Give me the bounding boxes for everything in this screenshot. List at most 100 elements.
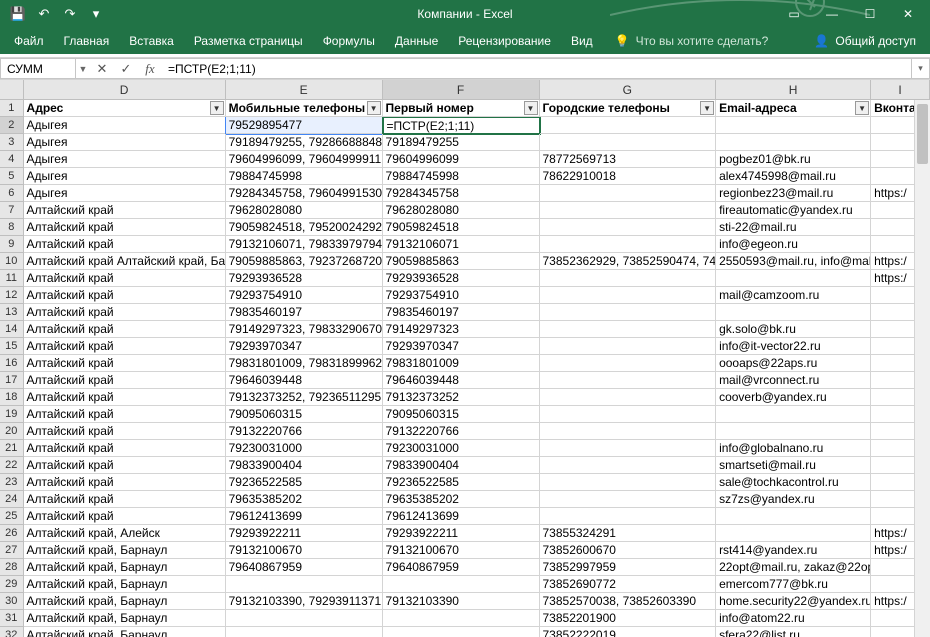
cell-f12[interactable]: 79293754910 xyxy=(383,287,540,304)
cell-g2[interactable] xyxy=(540,117,717,134)
cell-f26[interactable]: 79293922211 xyxy=(383,525,540,542)
cell-h29[interactable]: emercom777@bk.ru xyxy=(716,576,871,593)
row-header-18[interactable]: 18 xyxy=(0,389,24,406)
cell-d31[interactable]: Алтайский край, Барнаул xyxy=(24,610,226,627)
cell-h22[interactable]: smartseti@mail.ru xyxy=(716,457,871,474)
col-header-i[interactable]: I xyxy=(871,80,930,99)
cell-d14[interactable]: Алтайский край xyxy=(24,321,226,338)
table-header-f[interactable]: Первый номер▼ xyxy=(383,100,540,117)
cell-h25[interactable] xyxy=(716,508,871,525)
cell-f18[interactable]: 79132373252 xyxy=(383,389,540,406)
cell-g22[interactable] xyxy=(540,457,717,474)
cell-e16[interactable]: 79831801009, 79831899962 xyxy=(226,355,383,372)
cell-h32[interactable]: sfera22@list.ru xyxy=(716,627,871,637)
row-header-3[interactable]: 3 xyxy=(0,134,24,151)
cell-f21[interactable]: 79230031000 xyxy=(383,440,540,457)
col-header-d[interactable]: D xyxy=(24,80,226,99)
table-header-g[interactable]: Городские телефоны▼ xyxy=(540,100,717,117)
cell-d16[interactable]: Алтайский край xyxy=(24,355,226,372)
name-box-dropdown[interactable]: ▼ xyxy=(76,58,90,79)
cell-d10[interactable]: Алтайский край Алтайский край, Барна xyxy=(24,253,226,270)
cell-g31[interactable]: 73852201900 xyxy=(540,610,717,627)
cell-g25[interactable] xyxy=(540,508,717,525)
cell-e10[interactable]: 79059885863, 79237268720, 7953 xyxy=(226,253,383,270)
row-header-14[interactable]: 14 xyxy=(0,321,24,338)
cell-e28[interactable]: 79640867959 xyxy=(226,559,383,576)
cell-h9[interactable]: info@egeon.ru xyxy=(716,236,871,253)
cell-h21[interactable]: info@globalnano.ru xyxy=(716,440,871,457)
row-header-9[interactable]: 9 xyxy=(0,236,24,253)
cell-h15[interactable]: info@it-vector22.ru xyxy=(716,338,871,355)
cell-e9[interactable]: 79132106071, 79833979794 xyxy=(226,236,383,253)
row-header-23[interactable]: 23 xyxy=(0,474,24,491)
cell-e20[interactable]: 79132220766 xyxy=(226,423,383,440)
cell-g32[interactable]: 73852222019 xyxy=(540,627,717,637)
cell-d19[interactable]: Алтайский край xyxy=(24,406,226,423)
tab-page-layout[interactable]: Разметка страницы xyxy=(184,29,313,53)
cell-d32[interactable]: Алтайский край, Барнаул xyxy=(24,627,226,637)
formula-cancel[interactable]: ✕ xyxy=(90,58,114,79)
cell-e3[interactable]: 79189479255, 79286688848 xyxy=(226,134,383,151)
cell-d20[interactable]: Алтайский край xyxy=(24,423,226,440)
cell-d12[interactable]: Алтайский край xyxy=(24,287,226,304)
maximize-button[interactable]: ☐ xyxy=(852,2,888,26)
cell-f5[interactable]: 79884745998 xyxy=(383,168,540,185)
cell-e22[interactable]: 79833900404 xyxy=(226,457,383,474)
cell-h13[interactable] xyxy=(716,304,871,321)
cell-f24[interactable]: 79635385202 xyxy=(383,491,540,508)
table-header-h[interactable]: Email-адреса▼ xyxy=(716,100,871,117)
row-header-29[interactable]: 29 xyxy=(0,576,24,593)
cell-d23[interactable]: Алтайский край xyxy=(24,474,226,491)
cell-h23[interactable]: sale@tochkacontrol.ru xyxy=(716,474,871,491)
cell-f25[interactable]: 79612413699 xyxy=(383,508,540,525)
cell-d18[interactable]: Алтайский край xyxy=(24,389,226,406)
cell-f29[interactable] xyxy=(383,576,540,593)
cell-h27[interactable]: rst414@yandex.ru xyxy=(716,542,871,559)
cell-h8[interactable]: sti-22@mail.ru xyxy=(716,219,871,236)
row-header-32[interactable]: 32 xyxy=(0,627,24,637)
insert-function[interactable]: fx xyxy=(138,58,162,79)
filter-dropdown-icon[interactable]: ▼ xyxy=(700,101,714,115)
cell-h17[interactable]: mail@vrconnect.ru xyxy=(716,372,871,389)
cell-f9[interactable]: 79132106071 xyxy=(383,236,540,253)
cell-f4[interactable]: 79604996099 xyxy=(383,151,540,168)
cell-g15[interactable] xyxy=(540,338,717,355)
row-header-6[interactable]: 6 xyxy=(0,185,24,202)
cell-f32[interactable] xyxy=(383,627,540,637)
cell-d8[interactable]: Алтайский край xyxy=(24,219,226,236)
col-header-g[interactable]: G xyxy=(540,80,717,99)
tab-formulas[interactable]: Формулы xyxy=(313,29,385,53)
cell-g4[interactable]: 78772569713 xyxy=(540,151,717,168)
filter-dropdown-icon[interactable]: ▼ xyxy=(855,101,869,115)
cell-g5[interactable]: 78622910018 xyxy=(540,168,717,185)
cell-h5[interactable]: alex4745998@mail.ru xyxy=(716,168,871,185)
cell-f30[interactable]: 79132103390 xyxy=(383,593,540,610)
row-header-24[interactable]: 24 xyxy=(0,491,24,508)
filter-dropdown-icon[interactable]: ▼ xyxy=(524,101,538,115)
cell-e26[interactable]: 79293922211 xyxy=(226,525,383,542)
cell-h14[interactable]: gk.solo@bk.ru xyxy=(716,321,871,338)
cell-g26[interactable]: 73855324291 xyxy=(540,525,717,542)
row-header-28[interactable]: 28 xyxy=(0,559,24,576)
cell-f3[interactable]: 79189479255 xyxy=(383,134,540,151)
cell-e18[interactable]: 79132373252, 79236511295 xyxy=(226,389,383,406)
cell-d29[interactable]: Алтайский край, Барнаул xyxy=(24,576,226,593)
cell-e7[interactable]: 79628028080 xyxy=(226,202,383,219)
cell-f20[interactable]: 79132220766 xyxy=(383,423,540,440)
row-header-15[interactable]: 15 xyxy=(0,338,24,355)
cell-f23[interactable]: 79236522585 xyxy=(383,474,540,491)
cell-e12[interactable]: 79293754910 xyxy=(226,287,383,304)
vertical-scrollbar[interactable] xyxy=(914,100,930,637)
cell-g9[interactable] xyxy=(540,236,717,253)
cell-g11[interactable] xyxy=(540,270,717,287)
cell-d2[interactable]: Адыгея xyxy=(24,117,226,134)
cell-e24[interactable]: 79635385202 xyxy=(226,491,383,508)
cell-f13[interactable]: 79835460197 xyxy=(383,304,540,321)
cell-g28[interactable]: 73852997959 xyxy=(540,559,717,576)
cell-e30[interactable]: 79132103390, 79293911371 xyxy=(226,593,383,610)
cell-h6[interactable]: regionbez23@mail.ru xyxy=(716,185,871,202)
cell-e4[interactable]: 79604996099, 79604999911 xyxy=(226,151,383,168)
row-header-5[interactable]: 5 xyxy=(0,168,24,185)
tab-insert[interactable]: Вставка xyxy=(119,29,184,53)
cell-d25[interactable]: Алтайский край xyxy=(24,508,226,525)
